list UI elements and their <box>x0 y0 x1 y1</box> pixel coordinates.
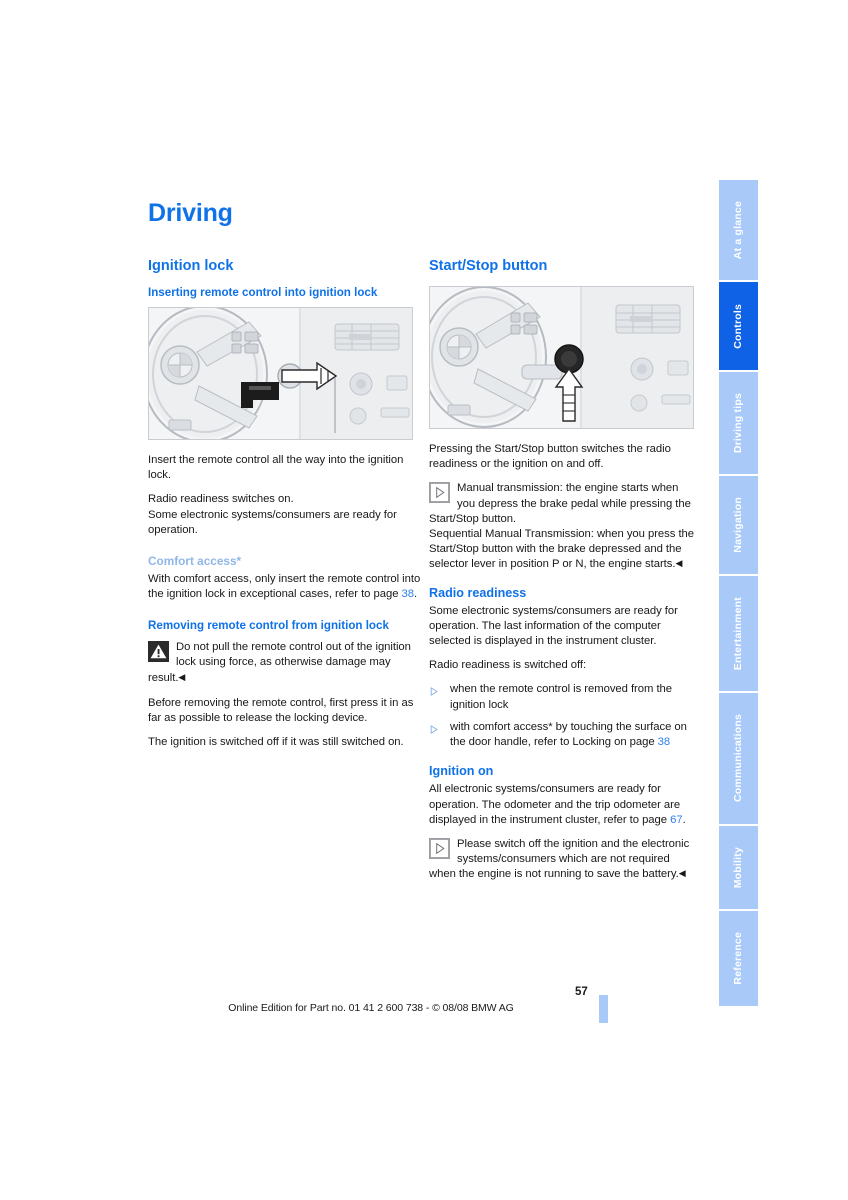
ignition-on-text-b: . <box>682 813 686 826</box>
warning-text: Do not pull the remote control out of th… <box>148 640 425 686</box>
sidebar-tab-driving-tips[interactable]: Driving tips <box>719 371 758 476</box>
note-text-battery: Please switch off the ignition and the e… <box>429 837 694 883</box>
section-heading-ignition-lock: Ignition lock <box>148 258 234 274</box>
sidebar-tab-label: Driving tips <box>732 392 745 453</box>
page-title: Driving <box>148 199 233 227</box>
list-item-label: with comfort access* by touching the sur… <box>450 720 687 749</box>
subheading-inserting-remote-control: Inserting remote control into ignition l… <box>148 286 378 300</box>
page-number: 57 <box>575 986 588 998</box>
sidebar-tab-communications[interactable]: Communications <box>719 693 758 826</box>
sidebar-tab-navigation[interactable]: Navigation <box>719 475 758 576</box>
paragraph-ignition-on: All electronic systems/consumers are rea… <box>429 782 694 828</box>
note-end-marker: ◀ <box>678 868 686 879</box>
info-note-battery: Please switch off the ignition and the e… <box>429 837 694 883</box>
start-stop-illustration <box>430 287 693 429</box>
sidebar-tab-controls[interactable]: Controls <box>719 282 758 372</box>
sidebar-tab-entertainment[interactable]: Entertainment <box>719 575 758 694</box>
paragraph-radio-readiness-on: Radio readiness switches on. Some electr… <box>148 493 397 536</box>
subheading-removing-remote-control: Removing remote control from ignition lo… <box>148 619 389 633</box>
sidebar-tab-label: Communications <box>732 714 745 803</box>
sidebar-tab-label: Navigation <box>732 497 745 553</box>
warning-note: Do not pull the remote control out of th… <box>148 640 425 686</box>
steering-wheel-illustration <box>149 307 412 439</box>
right-column: Start/Stop button Pressing the Start/Sto… <box>429 258 694 891</box>
note-body: Please switch off the ignition and the e… <box>429 837 690 881</box>
radio-readiness-bullet-list: when the remote control is removed from … <box>429 682 694 750</box>
subheading-ignition-on: Ignition on <box>429 764 494 779</box>
sidebar-tab-label: Mobility <box>732 846 745 888</box>
play-triangle-glyph <box>429 482 450 504</box>
play-triangle-glyph <box>429 837 450 859</box>
paragraph-radio-readiness-off: Radio readiness is switched off: <box>429 659 587 672</box>
comfort-access-text-a: With comfort access, only insert the rem… <box>148 572 421 601</box>
info-note-transmission: Manual transmission: the engine starts w… <box>429 481 694 572</box>
warning-text-body: Do not pull the remote control out of th… <box>148 641 411 684</box>
note-end-marker: ◀ <box>178 671 186 682</box>
subheading-radio-readiness: Radio readiness <box>429 585 527 600</box>
sidebar-tab-at-a-glance[interactable]: At a glance <box>719 180 758 283</box>
bullet-triangle-glyph <box>430 724 438 734</box>
list-item-label: when the remote control is removed from … <box>450 683 673 711</box>
note-end-marker: ◀ <box>675 558 683 569</box>
paragraph-insert-remote: Insert the remote control all the way in… <box>148 453 404 482</box>
play-triangle-icon <box>429 837 450 859</box>
warning-triangle-icon <box>148 641 169 663</box>
note-body: Manual transmission: the engine starts w… <box>429 482 695 571</box>
comfort-access-text-b: . <box>414 588 418 601</box>
paragraph-pressing-start-stop: Pressing the Start/Stop button switches … <box>429 443 671 471</box>
left-column: Ignition lock Inserting remote control i… <box>148 258 425 759</box>
page-edge-marker <box>599 995 608 1023</box>
paragraph-ignition-switched-off: The ignition is switched off if it was s… <box>148 736 404 749</box>
page-reference-67[interactable]: 67 <box>670 814 683 826</box>
bullet-triangle-icon <box>430 686 438 697</box>
figure-inserting-remote-control: WSC43-0020 <box>148 306 413 440</box>
paragraph-comfort-access: With comfort access, only insert the rem… <box>148 572 425 602</box>
sidebar-tab-mobility[interactable]: Mobility <box>719 825 758 912</box>
paragraph-before-removing: Before removing the remote control, firs… <box>148 696 414 724</box>
page-content: Driving Ignition lock Inserting remote c… <box>0 0 719 1200</box>
bullet-triangle-glyph <box>430 687 438 697</box>
figure-start-stop-button: WSC43-0024b <box>429 286 694 430</box>
sidebar-tab-label: Controls <box>732 303 745 349</box>
list-item: when the remote control is removed from … <box>429 682 694 712</box>
play-triangle-icon <box>429 482 450 504</box>
list-item: with comfort access* by touching the sur… <box>429 720 694 750</box>
ignition-on-text-a: All electronic systems/consumers are rea… <box>429 783 681 826</box>
chapter-tab-strip: At a glance Controls Driving tips Naviga… <box>719 180 758 1006</box>
footer-edition-line: Online Edition for Part no. 01 41 2 600 … <box>228 1002 514 1014</box>
subheading-comfort-access: Comfort access* <box>148 553 242 568</box>
paragraph-radio-readiness: Some electronic systems/consumers are re… <box>429 604 678 648</box>
sidebar-tab-label: At a glance <box>732 201 745 260</box>
sidebar-tab-label: Reference <box>732 932 745 985</box>
manual-page: Driving Ignition lock Inserting remote c… <box>0 0 848 1200</box>
sidebar-tab-reference[interactable]: Reference <box>719 911 758 1006</box>
warning-triangle-glyph <box>148 641 169 663</box>
bullet-triangle-icon <box>430 724 438 734</box>
sidebar-tab-label: Entertainment <box>732 597 745 671</box>
page-reference-38[interactable]: 38 <box>658 736 671 748</box>
note-text-transmission: Manual transmission: the engine starts w… <box>429 481 694 572</box>
section-heading-start-stop-button: Start/Stop button <box>429 258 548 274</box>
page-reference-38[interactable]: 38 <box>402 588 415 600</box>
